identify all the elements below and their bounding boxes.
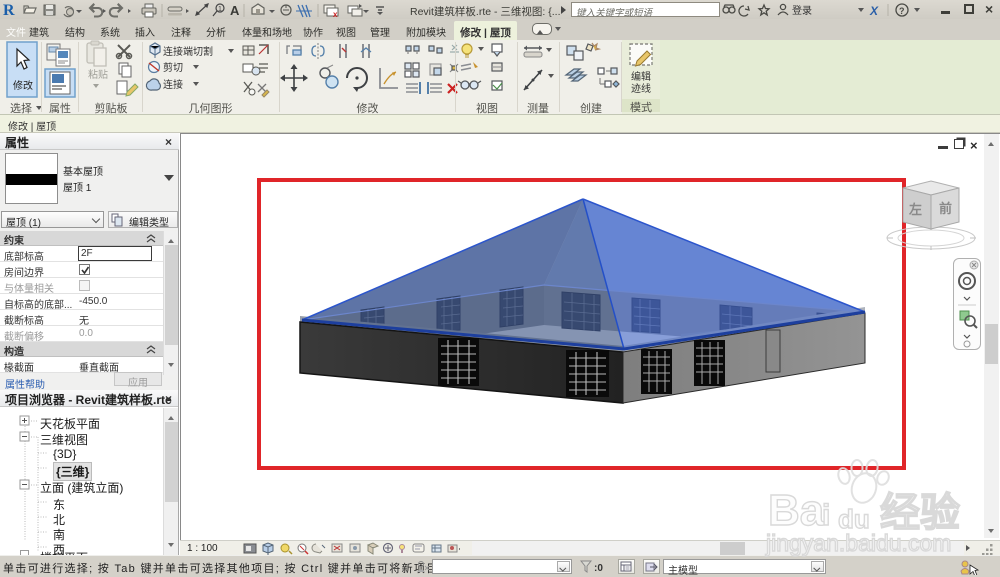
svg-text:前: 前 [939,201,952,216]
svg-text:x: x [333,10,338,19]
svg-text:?: ? [899,6,905,16]
svg-text:剪切: 剪切 [163,61,183,74]
svg-text:A: A [230,3,240,18]
svg-text:连接: 连接 [163,78,183,91]
svg-text:X: X [869,4,879,18]
svg-text:编辑: 编辑 [631,70,651,83]
svg-text:R: R [3,2,15,19]
svg-text:连接端切割: 连接端切割 [163,45,213,58]
svg-text:迹线: 迹线 [631,82,651,95]
svg-text:粘贴: 粘贴 [88,68,108,81]
svg-text:修改: 修改 [13,79,33,92]
svg-text:登录: 登录 [792,4,812,17]
svg-text:左: 左 [909,202,922,217]
svg-text::0: :0 [594,563,603,574]
svg-text:1: 1 [218,6,222,13]
